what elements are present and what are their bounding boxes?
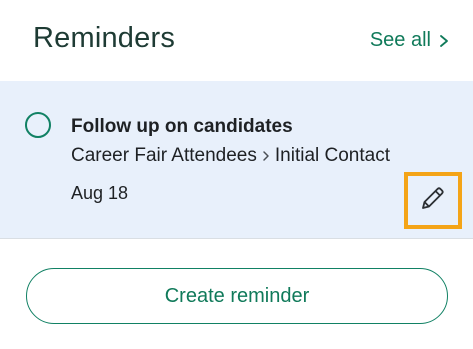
edit-reminder-button[interactable] [404, 172, 462, 229]
page-title: Reminders [33, 22, 176, 54]
reminder-item[interactable]: Follow up on candidates Career Fair Atte… [0, 81, 473, 239]
breadcrumb: Career Fair Attendees Initial Contact [71, 145, 390, 167]
breadcrumb-item: Career Fair Attendees [71, 145, 257, 166]
chevron-right-icon [437, 31, 451, 51]
reminder-title: Follow up on candidates [71, 116, 293, 137]
reminders-header: Reminders See all [0, 0, 473, 80]
breadcrumb-item: Initial Contact [274, 145, 390, 166]
chevron-right-icon [261, 148, 271, 164]
see-all-link[interactable]: See all [370, 29, 451, 52]
due-date: Aug 18 [71, 183, 129, 203]
create-reminder-button[interactable]: Create reminder [26, 268, 448, 324]
complete-reminder-checkbox[interactable] [25, 112, 51, 138]
pencil-icon [418, 183, 448, 218]
see-all-label: See all [369, 29, 431, 51]
